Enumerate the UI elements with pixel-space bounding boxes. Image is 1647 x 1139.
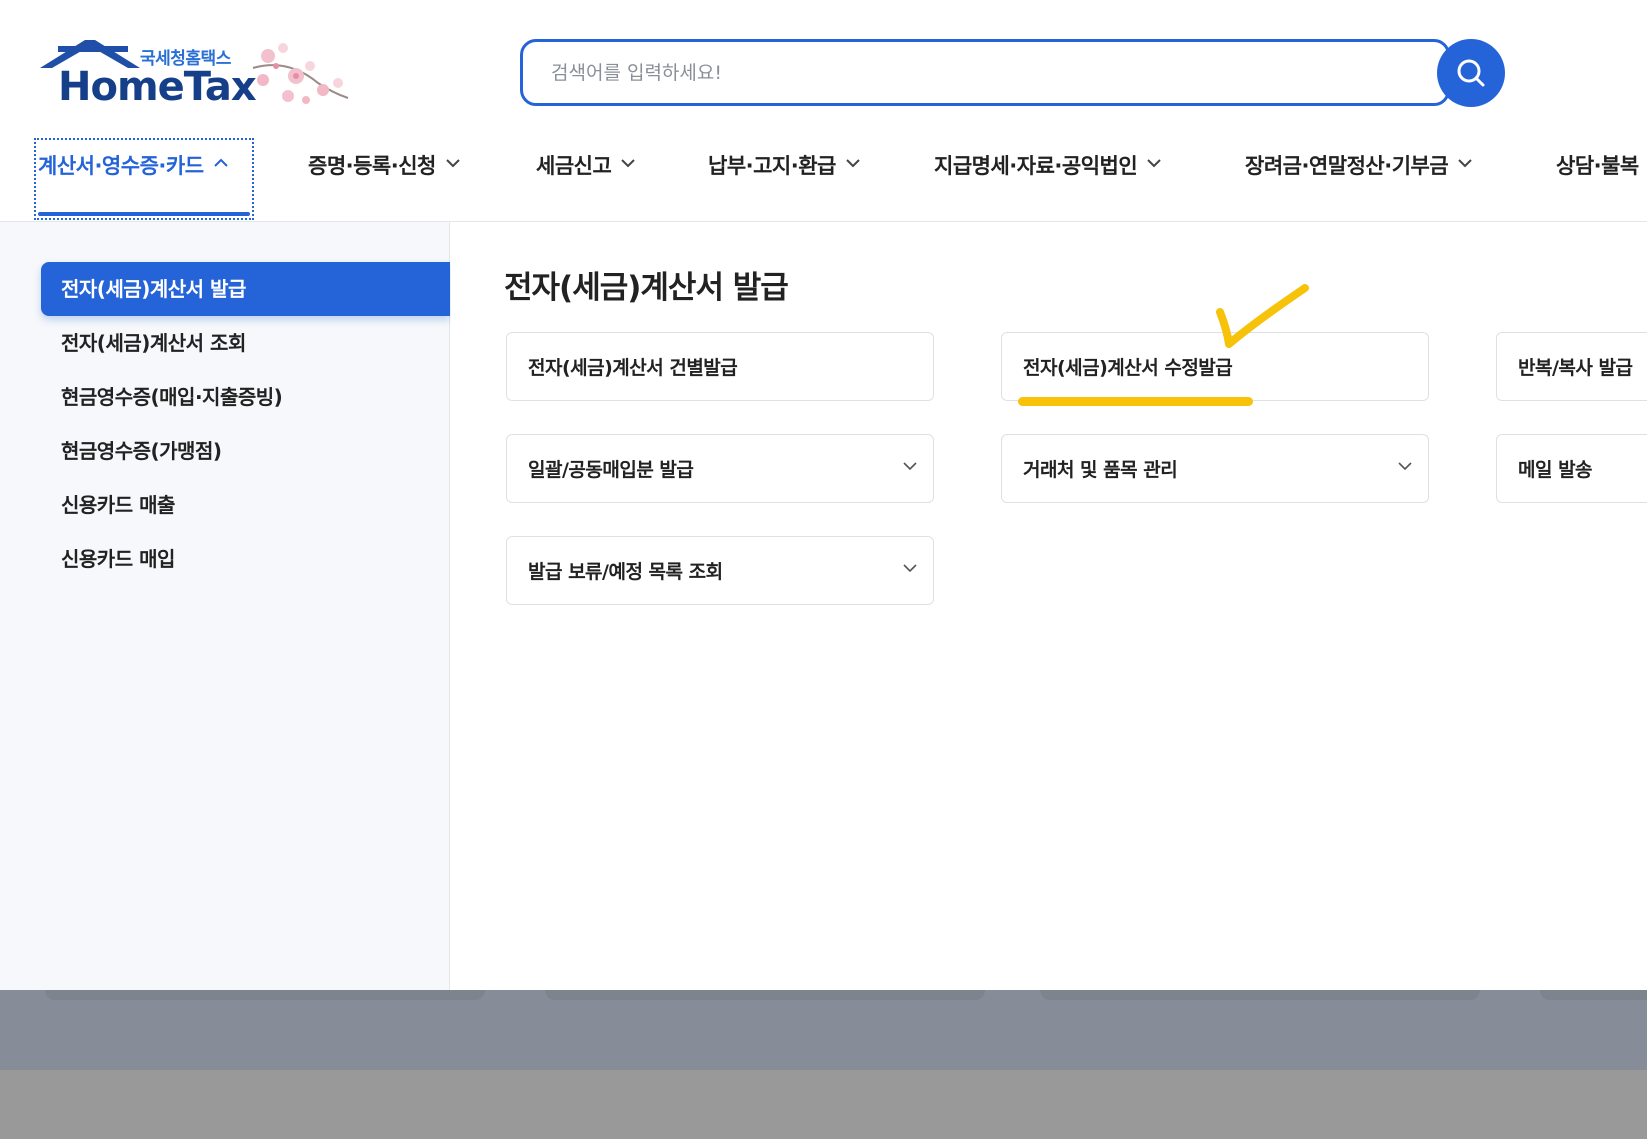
logo-title: HomeTax bbox=[58, 64, 257, 110]
nav-label: 지급명세·자료·공익법인 bbox=[934, 154, 1138, 178]
search-icon bbox=[1457, 59, 1485, 87]
chevron-down-icon bbox=[846, 159, 860, 168]
chevron-down-icon bbox=[446, 159, 460, 168]
dimmed-overlay bbox=[0, 990, 1647, 1070]
card-label: 일괄/공동매입분 발급 bbox=[528, 459, 694, 481]
nav-tax-filing[interactable]: 세금신고 bbox=[536, 140, 635, 222]
card-label: 전자(세금)계산서 건별발급 bbox=[528, 357, 738, 379]
nav-payment-refund[interactable]: 납부·고지·환급 bbox=[708, 140, 860, 222]
card-pending-scheduled-list[interactable]: 발급 보류/예정 목록 조회 bbox=[506, 536, 934, 605]
search-box bbox=[520, 39, 1450, 106]
chevron-down-icon bbox=[903, 462, 917, 471]
card-label: 반복/복사 발급 bbox=[1518, 357, 1633, 379]
card-label: 메일 발송 bbox=[1518, 459, 1593, 481]
nav-label: 증명·등록·신청 bbox=[308, 154, 436, 178]
nav-consultation-appeal[interactable]: 상담·불복 bbox=[1556, 140, 1639, 222]
chevron-down-icon bbox=[1147, 159, 1161, 168]
card-partner-item-management[interactable]: 거래처 및 품목 관리 bbox=[1001, 434, 1429, 503]
nav-incentive-yearend[interactable]: 장려금·연말정산·기부금 bbox=[1245, 140, 1472, 222]
chevron-up-icon bbox=[213, 158, 228, 167]
sidebar-item-cash-receipt-purchase[interactable]: 현금영수증(매입·지출증빙) bbox=[41, 370, 450, 424]
nav-label: 납부·고지·환급 bbox=[708, 154, 836, 178]
chevron-down-icon bbox=[1398, 462, 1412, 471]
nav-label: 장려금·연말정산·기부금 bbox=[1245, 154, 1449, 178]
dimmed-footer bbox=[0, 1070, 1647, 1139]
highlight-underline bbox=[1018, 397, 1253, 406]
sidebar-item-cash-receipt-merchant[interactable]: 현금영수증(가맹점) bbox=[41, 424, 450, 478]
background-card bbox=[45, 990, 485, 1000]
card-single-issue[interactable]: 전자(세금)계산서 건별발급 bbox=[506, 332, 934, 401]
sidebar-item-credit-card-purchase[interactable]: 신용카드 매입 bbox=[41, 532, 450, 586]
page-title: 전자(세금)계산서 발급 bbox=[504, 270, 789, 306]
card-mail-send[interactable]: 메일 발송 bbox=[1496, 434, 1647, 503]
main-nav: 계산서·영수증·카드 증명·등록·신청 세금신고 납부·고지·환급 지급명세·자… bbox=[0, 138, 1647, 222]
checkmark-icon bbox=[1216, 284, 1309, 348]
background-card bbox=[1040, 990, 1480, 1000]
background-card bbox=[545, 990, 985, 1000]
card-label: 발급 보류/예정 목록 조회 bbox=[528, 561, 723, 583]
cherry-blossom-icon bbox=[252, 43, 349, 104]
chevron-down-icon bbox=[903, 564, 917, 573]
sidebar-item-etax-invoice-issue[interactable]: 전자(세금)계산서 발급 bbox=[41, 262, 450, 316]
site-header: 국세청홈택스 HomeTax 계산서·영수증·카드 bbox=[0, 0, 1647, 222]
nav-certificate-registration[interactable]: 증명·등록·신청 bbox=[308, 140, 460, 222]
nav-label: 계산서·영수증·카드 bbox=[38, 154, 204, 178]
content-panel: 전자(세금)계산서 발급 전자(세금)계산서 건별발급 전자(세금)계산서 수정… bbox=[451, 222, 1647, 990]
card-label: 전자(세금)계산서 수정발급 bbox=[1023, 357, 1233, 379]
background-card bbox=[1540, 990, 1647, 1000]
hometax-logo[interactable]: 국세청홈택스 HomeTax bbox=[40, 38, 360, 118]
sidebar-item-etax-invoice-inquiry[interactable]: 전자(세금)계산서 조회 bbox=[41, 316, 450, 370]
card-repeat-copy-issue[interactable]: 반복/복사 발급 bbox=[1496, 332, 1647, 401]
search-input[interactable] bbox=[551, 42, 1371, 103]
sidebar: 전자(세금)계산서 발급 전자(세금)계산서 조회 현금영수증(매입·지출증빙)… bbox=[0, 222, 450, 990]
card-label: 거래처 및 품목 관리 bbox=[1023, 459, 1178, 481]
card-bulk-joint-issue[interactable]: 일괄/공동매입분 발급 bbox=[506, 434, 934, 503]
nav-invoice-receipt-card[interactable]: 계산서·영수증·카드 bbox=[34, 138, 254, 220]
chevron-down-icon bbox=[621, 159, 635, 168]
nav-label: 세금신고 bbox=[536, 154, 612, 178]
search-button[interactable] bbox=[1437, 39, 1505, 107]
nav-label: 상담·불복 bbox=[1556, 154, 1639, 178]
sidebar-item-credit-card-sales[interactable]: 신용카드 매출 bbox=[41, 478, 450, 532]
nav-payment-statement[interactable]: 지급명세·자료·공익법인 bbox=[934, 140, 1161, 222]
chevron-down-icon bbox=[1458, 159, 1472, 168]
